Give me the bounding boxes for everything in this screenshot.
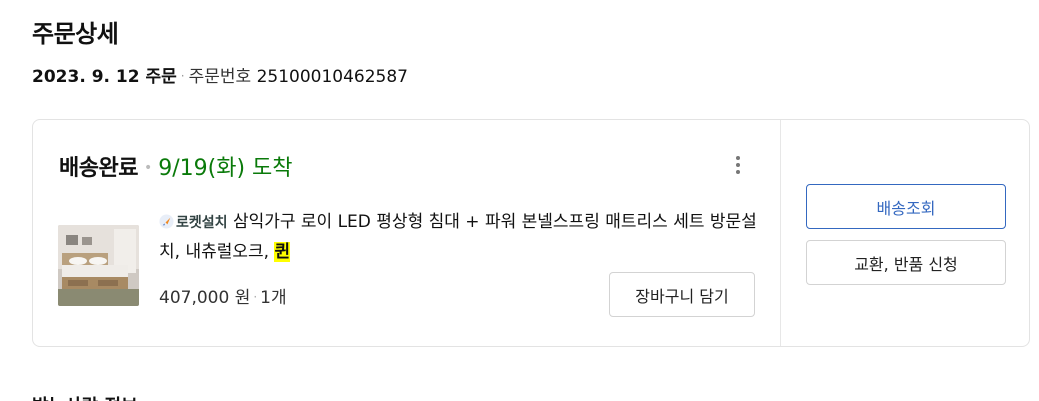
product-size-highlight: 퀸 — [274, 242, 291, 262]
rocket-install-badge: 로켓설치 — [159, 214, 228, 231]
order-number-label: 주문번호 — [188, 67, 252, 87]
delivery-status-line: 배송완료 • 9/19(화) 도착 — [59, 150, 293, 182]
product-price: 407,000 원 — [159, 288, 251, 308]
product-quantity: 1개 — [260, 288, 287, 308]
order-meta: 2023. 9. 12 주문 · 주문번호 25100010462587 — [32, 62, 408, 87]
order-number: 25100010462587 — [256, 67, 408, 87]
separator-dot: · — [253, 290, 258, 304]
more-dot — [736, 156, 740, 160]
separator-dot: · — [180, 69, 185, 83]
separator-dot: • — [143, 160, 153, 176]
arrival-date: 9/19(화) 도착 — [158, 156, 293, 181]
card-divider — [780, 120, 781, 346]
order-detail-page: 주문상세 2023. 9. 12 주문 · 주문번호 25100010462587 … — [0, 0, 1039, 401]
bed-product-image — [58, 225, 139, 306]
product-name-text: 삼익가구 로이 LED 평상형 침대 + 파워 본넬스프링 매트리스 세트 방문… — [159, 212, 757, 262]
more-dot — [736, 170, 740, 174]
product-thumbnail[interactable] — [58, 225, 139, 306]
track-delivery-button[interactable]: 배송조회 — [806, 184, 1006, 229]
page-title: 주문상세 — [32, 20, 119, 48]
more-dot — [736, 163, 740, 167]
recipient-info-heading: 받는사람 정보 — [32, 392, 138, 401]
more-vertical-icon[interactable] — [723, 150, 753, 180]
order-date: 2023. 9. 12 주문 — [32, 67, 177, 87]
rocket-install-icon — [159, 214, 174, 229]
add-to-cart-button[interactable]: 장바구니 담기 — [609, 272, 755, 317]
delivery-status: 배송완료 — [59, 156, 138, 181]
rocket-badge-label: 로켓설치 — [176, 215, 228, 231]
exchange-return-button[interactable]: 교환, 반품 신청 — [806, 240, 1006, 285]
price-line: 407,000 원 · 1개 — [159, 283, 287, 308]
product-name[interactable]: 로켓설치 삼익가구 로이 LED 평상형 침대 + 파워 본넬스프링 매트리스 … — [159, 208, 759, 267]
order-card: 배송완료 • 9/19(화) 도착 로켓설치 삼익가구 로이 LED 평상형 침… — [32, 119, 1030, 347]
